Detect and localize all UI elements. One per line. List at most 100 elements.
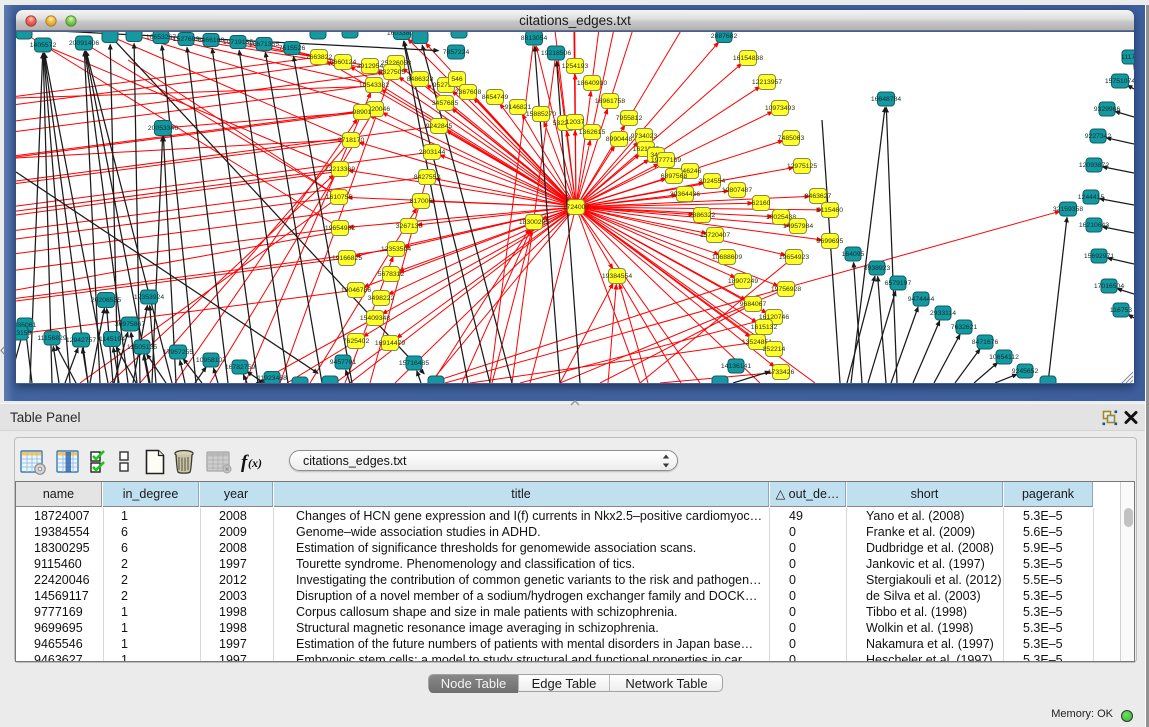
svg-text:19654982: 19654982 xyxy=(325,225,355,232)
svg-text:8990448: 8990448 xyxy=(606,136,633,143)
svg-text:6897568: 6897568 xyxy=(661,173,688,180)
svg-text:20091406: 20091406 xyxy=(69,40,99,47)
svg-text:2933114: 2933114 xyxy=(930,310,956,317)
svg-text:11156829: 11156829 xyxy=(37,335,66,342)
svg-text:98901: 98901 xyxy=(353,109,372,116)
svg-text:9734023: 9734023 xyxy=(631,133,658,140)
svg-text:3498222: 3498222 xyxy=(368,295,395,302)
svg-text:3267130: 3267130 xyxy=(396,223,423,230)
svg-text:252214: 252214 xyxy=(763,346,786,353)
svg-text:8427552: 8427552 xyxy=(414,174,441,181)
svg-text:1362615: 1362615 xyxy=(579,129,606,136)
svg-text:2718170: 2718170 xyxy=(338,137,365,144)
svg-text:9115460: 9115460 xyxy=(817,207,843,214)
svg-text:8454749: 8454749 xyxy=(482,94,509,101)
svg-text:17957255: 17957255 xyxy=(163,349,193,356)
svg-text:19777169: 19777169 xyxy=(651,157,681,164)
svg-text:10046786: 10046786 xyxy=(341,287,371,294)
svg-text:(x): (x) xyxy=(248,456,262,470)
svg-text:62160: 62160 xyxy=(752,200,771,207)
svg-text:20053346: 20053346 xyxy=(148,125,178,132)
svg-text:15885270: 15885270 xyxy=(526,111,556,118)
svg-text:16154838: 16154838 xyxy=(733,55,763,62)
svg-text:3457685: 3457685 xyxy=(432,100,459,107)
svg-text:10653267: 10653267 xyxy=(146,34,176,41)
svg-text:3024554: 3024554 xyxy=(699,178,726,185)
svg-text:12037: 12037 xyxy=(566,119,585,126)
svg-text:9245652: 9245652 xyxy=(1012,368,1039,375)
svg-text:15692971: 15692971 xyxy=(1084,253,1114,260)
svg-text:18907249: 18907249 xyxy=(728,278,758,285)
svg-text:7663822: 7663822 xyxy=(306,54,333,61)
svg-text:6466160: 6466160 xyxy=(198,37,225,44)
svg-text:2887682: 2887682 xyxy=(711,33,738,40)
svg-text:19218506: 19218506 xyxy=(541,50,571,57)
svg-text:20206535: 20206535 xyxy=(91,297,121,304)
svg-text:12353594: 12353594 xyxy=(381,246,411,253)
svg-text:6579197: 6579197 xyxy=(885,280,912,287)
svg-text:32159358: 32159358 xyxy=(1053,206,1083,213)
svg-text:19756928: 19756928 xyxy=(771,286,801,293)
svg-text:14136141: 14136141 xyxy=(721,363,751,370)
svg-text:9146821: 9146821 xyxy=(505,104,532,111)
svg-text:1733426: 1733426 xyxy=(768,369,795,376)
svg-text:9457791: 9457791 xyxy=(330,359,357,366)
svg-text:10688609: 10688609 xyxy=(712,254,742,261)
svg-text:8486328: 8486328 xyxy=(407,76,434,83)
svg-text:546: 546 xyxy=(451,76,463,83)
svg-text:1610755: 1610755 xyxy=(326,194,353,201)
svg-text:10973493: 10973493 xyxy=(765,105,795,112)
svg-text:16648784: 16648784 xyxy=(871,96,901,103)
svg-text:18640910: 18640910 xyxy=(577,80,607,87)
svg-text:11170: 11170 xyxy=(1121,54,1134,61)
svg-text:10807487: 10807487 xyxy=(722,187,752,194)
svg-text:15720407: 15720407 xyxy=(700,232,730,239)
svg-text:14957984: 14957984 xyxy=(783,223,813,230)
svg-text:16914479: 16914479 xyxy=(375,340,405,347)
svg-text:1254193: 1254193 xyxy=(562,63,589,70)
svg-text:19654923: 19654923 xyxy=(779,254,809,261)
svg-text:1724007: 1724007 xyxy=(563,204,590,211)
svg-text:15409348: 15409348 xyxy=(360,315,390,322)
svg-text:30975867: 30975867 xyxy=(115,321,145,328)
svg-text:15751074: 15751074 xyxy=(1105,78,1134,85)
svg-text:9329966: 9329966 xyxy=(1094,106,1121,113)
svg-text:12942757: 12942757 xyxy=(66,337,96,344)
svg-text:933159: 933159 xyxy=(16,330,32,337)
svg-text:12213957: 12213957 xyxy=(752,79,782,86)
svg-text:1615132: 1615132 xyxy=(751,324,778,331)
svg-text:12505135: 12505135 xyxy=(127,344,157,351)
svg-text:15716485: 15716485 xyxy=(399,360,429,367)
svg-text:8938923: 8938923 xyxy=(864,265,891,272)
svg-text:7857224: 7857224 xyxy=(443,49,470,56)
svg-text:7955812: 7955812 xyxy=(616,115,643,122)
svg-text:16210643: 16210643 xyxy=(1079,222,1109,229)
svg-text:116753: 116753 xyxy=(1110,307,1132,314)
svg-text:2367608: 2367608 xyxy=(455,89,482,96)
svg-text:12975125: 12975125 xyxy=(787,163,817,170)
svg-text:7625402: 7625402 xyxy=(343,338,370,345)
svg-text:7632621: 7632621 xyxy=(951,324,978,331)
svg-text:164095: 164095 xyxy=(842,251,865,258)
svg-text:9699695: 9699695 xyxy=(817,238,844,245)
svg-text:9242845: 9242845 xyxy=(426,123,453,130)
svg-text:12213369: 12213369 xyxy=(325,166,355,173)
svg-text:18300295: 18300295 xyxy=(519,219,549,226)
svg-text:8660124: 8660124 xyxy=(330,59,357,66)
svg-text:2803144: 2803144 xyxy=(419,149,446,156)
svg-text:5678312: 5678312 xyxy=(378,271,405,278)
svg-text:19166825: 19166825 xyxy=(332,255,362,262)
svg-text:8813054: 8813054 xyxy=(521,35,548,42)
svg-text:8471676: 8471676 xyxy=(972,339,999,346)
svg-text:16671355: 16671355 xyxy=(249,41,279,48)
svg-text:10958107: 10958107 xyxy=(196,357,226,364)
svg-text:9463627: 9463627 xyxy=(805,193,832,200)
svg-text:2886322: 2886322 xyxy=(689,212,716,219)
svg-text:20364436: 20364436 xyxy=(670,191,700,198)
svg-text:16782759: 16782759 xyxy=(225,364,255,371)
svg-text:16961758: 16961758 xyxy=(595,98,625,105)
svg-text:1405572: 1405572 xyxy=(30,42,57,49)
svg-text:817006: 817006 xyxy=(410,198,433,205)
svg-text:12353924: 12353924 xyxy=(134,294,164,301)
svg-text:10543382: 10543382 xyxy=(359,82,389,89)
